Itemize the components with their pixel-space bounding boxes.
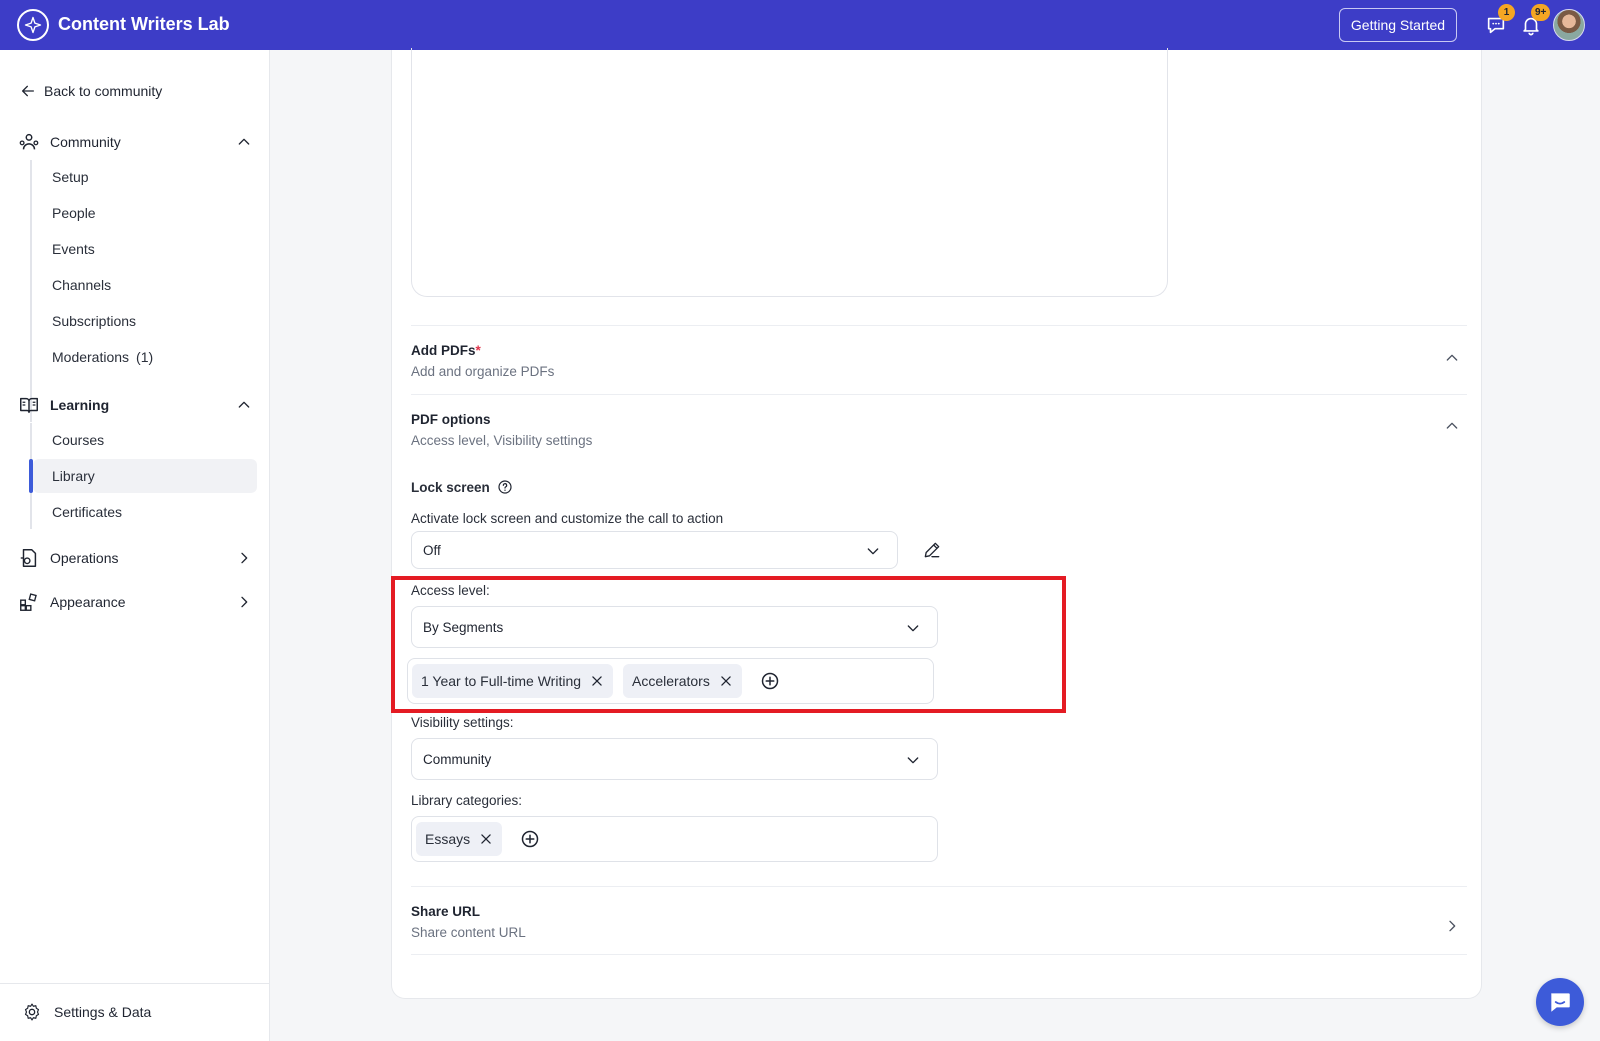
app-logo-icon[interactable]	[17, 9, 49, 41]
chevron-right-icon[interactable]	[236, 550, 252, 566]
sidebar-group-operations-label: Operations	[50, 550, 119, 566]
visibility-settings-value: Community	[423, 751, 492, 767]
messages-badge: 1	[1498, 4, 1515, 21]
close-icon[interactable]	[479, 832, 493, 846]
sidebar-item-moderations-label: Moderations	[52, 349, 130, 365]
lock-screen-label-text: Lock screen	[411, 479, 490, 495]
sidebar-item-events[interactable]: Events	[33, 232, 257, 266]
book-open-icon	[20, 397, 38, 414]
operations-icon	[20, 549, 37, 567]
appearance-blocks-icon	[20, 593, 37, 611]
content-editor-area[interactable]	[411, 48, 1168, 297]
community-icon	[19, 133, 39, 150]
user-avatar[interactable]	[1553, 9, 1585, 41]
pdf-options-title[interactable]: PDF options	[411, 412, 491, 427]
category-tag[interactable]: Essays	[416, 822, 503, 856]
section-divider	[411, 394, 1467, 395]
add-pdfs-subtitle: Add and organize PDFs	[411, 364, 555, 379]
lock-screen-select[interactable]: Off	[411, 531, 898, 569]
visibility-settings-select[interactable]: Community	[411, 738, 938, 780]
sidebar: Back to community Community Setup People…	[0, 50, 270, 1041]
section-divider	[411, 325, 1467, 326]
help-circle-icon[interactable]	[497, 479, 513, 495]
sidebar-item-certificates[interactable]: Certificates	[33, 495, 257, 529]
chevron-up-icon[interactable]	[1444, 350, 1460, 366]
chat-bubble-icon	[1551, 993, 1570, 1012]
chat-launcher-button[interactable]	[1536, 978, 1584, 1026]
share-url-title[interactable]: Share URL	[411, 904, 480, 919]
share-url-subtitle: Share content URL	[411, 925, 526, 940]
add-circle-icon[interactable]	[520, 829, 540, 849]
lock-screen-label: Lock screen	[411, 479, 513, 495]
notifications-badge: 9+	[1531, 4, 1551, 21]
category-tag-label: Essays	[425, 831, 471, 847]
chevron-right-icon[interactable]	[236, 594, 252, 610]
lock-screen-value: Off	[423, 542, 441, 558]
section-divider	[411, 886, 1467, 887]
chevron-up-icon[interactable]	[236, 397, 252, 413]
lock-screen-description: Activate lock screen and customize the c…	[411, 511, 724, 526]
chevron-right-icon[interactable]	[1444, 918, 1460, 934]
content-card: Add PDFs* Add and organize PDFs PDF opti…	[391, 48, 1482, 999]
section-divider	[411, 954, 1467, 955]
getting-started-button[interactable]: Getting Started	[1339, 8, 1457, 42]
arrow-left-icon	[22, 85, 34, 97]
pdf-options-subtitle: Access level, Visibility settings	[411, 433, 593, 448]
app-title[interactable]: Content Writers Lab	[58, 14, 230, 35]
sidebar-group-operations[interactable]: Operations	[18, 543, 252, 573]
sidebar-item-courses[interactable]: Courses	[33, 423, 257, 457]
sidebar-item-subscriptions[interactable]: Subscriptions	[33, 304, 257, 338]
edit-pencil-icon[interactable]	[922, 540, 942, 560]
visibility-settings-label: Visibility settings:	[411, 715, 514, 730]
back-to-community-link[interactable]: Back to community	[20, 83, 162, 99]
sidebar-group-learning[interactable]: Learning	[18, 390, 252, 420]
sidebar-group-appearance-label: Appearance	[50, 594, 126, 610]
add-pdfs-title[interactable]: Add PDFs*	[411, 343, 481, 358]
chevron-down-icon	[867, 548, 879, 555]
back-to-community-label: Back to community	[44, 83, 163, 99]
settings-and-data-label: Settings & Data	[54, 1004, 152, 1020]
settings-and-data-row[interactable]: Settings & Data	[0, 983, 270, 1041]
sidebar-group-learning-label: Learning	[50, 397, 110, 413]
library-categories-label: Library categories:	[411, 793, 523, 808]
add-pdfs-title-text: Add PDFs	[411, 343, 476, 358]
sidebar-item-library[interactable]: Library	[33, 459, 257, 493]
sidebar-item-setup[interactable]: Setup	[33, 160, 257, 194]
sidebar-item-moderations[interactable]: Moderations (1)	[33, 340, 257, 374]
active-indicator	[29, 459, 33, 493]
library-categories-box[interactable]: Essays	[411, 816, 938, 862]
chevron-up-icon[interactable]	[1444, 418, 1460, 434]
sidebar-item-channels[interactable]: Channels	[33, 268, 257, 302]
sidebar-group-community[interactable]: Community	[18, 127, 252, 157]
access-level-highlight	[391, 576, 1066, 713]
required-mark: *	[475, 343, 481, 358]
gear-icon	[24, 1003, 40, 1021]
sidebar-group-community-label: Community	[50, 134, 121, 150]
chevron-down-icon	[907, 757, 919, 764]
moderations-count: (1)	[136, 349, 154, 365]
sidebar-group-appearance[interactable]: Appearance	[18, 587, 252, 617]
chevron-up-icon[interactable]	[236, 134, 252, 150]
sidebar-item-people[interactable]: People	[33, 196, 257, 230]
community-tree-line	[30, 160, 32, 422]
top-bar: Content Writers Lab Getting Started 1 9+	[0, 0, 1600, 50]
